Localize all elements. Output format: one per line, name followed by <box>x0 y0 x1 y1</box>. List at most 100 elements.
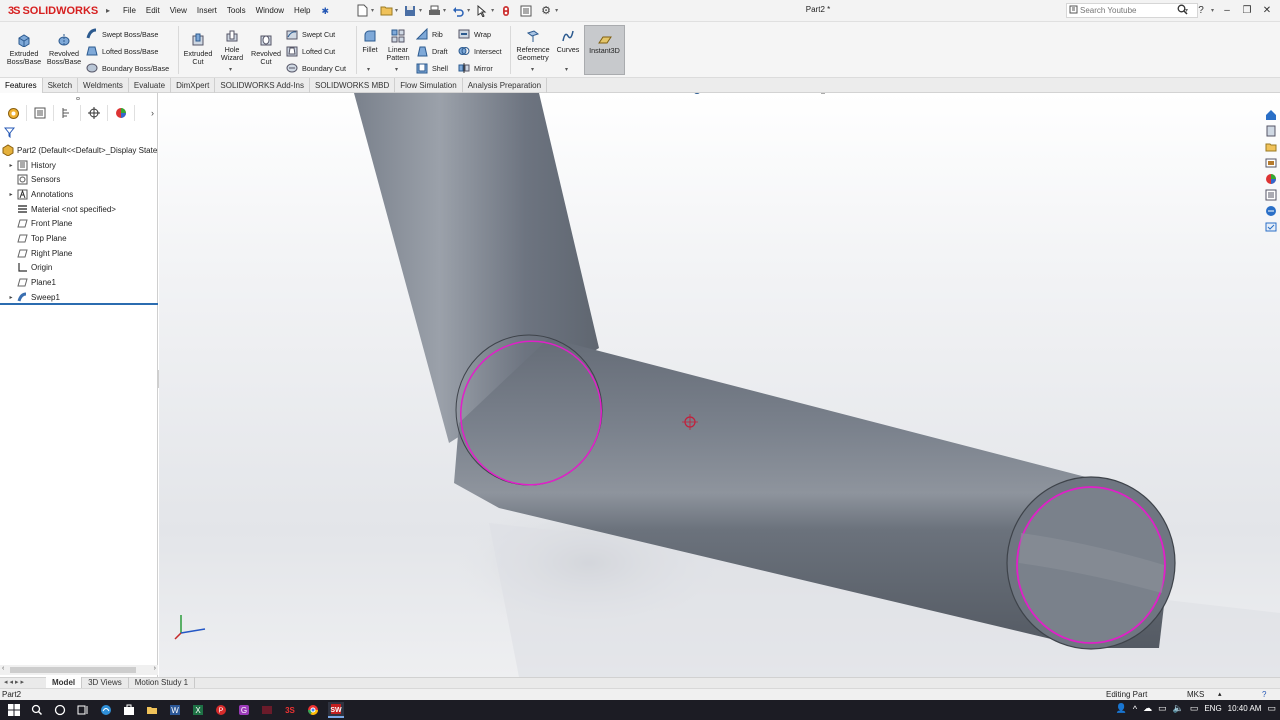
viewport-minimize-icon[interactable]: – <box>1224 93 1236 94</box>
view-palette-icon[interactable] <box>1264 156 1278 169</box>
tab-features[interactable]: Features <box>0 78 43 93</box>
pin-menu-icon[interactable]: ✱ <box>316 4 335 19</box>
windows-start-icon[interactable] <box>6 702 22 718</box>
help-dropdown-icon[interactable]: ▾ <box>1211 7 1214 14</box>
options-gear-icon[interactable]: ⚙ <box>538 3 554 18</box>
edit-appearance-icon[interactable] <box>770 93 786 95</box>
expand-arrow-icon[interactable]: ▸ <box>6 162 16 169</box>
pattern-dropdown-icon[interactable]: ▾ <box>395 66 398 73</box>
reference-geometry-button[interactable]: Reference Geometry <box>512 28 554 62</box>
media-icon[interactable] <box>259 702 275 718</box>
prev-tab-arrow-icon[interactable]: ◂ <box>10 678 14 686</box>
lofted-boss-button[interactable]: Lofted Boss/Base <box>86 45 158 57</box>
tab-dimxpert[interactable]: DimXpert <box>171 78 216 93</box>
store-icon[interactable] <box>121 702 137 718</box>
displaymanager-tab-icon[interactable] <box>108 105 135 121</box>
task-scheduler-icon[interactable] <box>1264 220 1278 233</box>
task-view-icon[interactable] <box>75 702 91 718</box>
tree-item-front-plane[interactable]: Front Plane <box>0 216 158 231</box>
search-box[interactable]: ▾ <box>1066 3 1198 18</box>
undo-icon[interactable] <box>450 3 466 18</box>
taskbar-search-icon[interactable] <box>29 702 45 718</box>
rebuild-icon[interactable] <box>498 3 514 18</box>
view-orientation-icon[interactable] <box>689 93 705 95</box>
extruded-cut-button[interactable]: Extruded Cut <box>180 32 216 66</box>
fillet-button[interactable]: Fillet <box>358 28 382 54</box>
solidworks-taskbar-icon[interactable]: 3S <box>282 702 298 718</box>
tree-item-origin[interactable]: Origin <box>0 261 158 276</box>
filter-icon[interactable] <box>3 127 16 140</box>
solidworks-resources-icon[interactable] <box>1264 108 1278 121</box>
first-tab-arrow-icon[interactable]: ◂ <box>4 678 8 686</box>
zoom-to-fit-icon[interactable] <box>599 93 615 95</box>
configurationmanager-tab-icon[interactable] <box>54 105 81 121</box>
units-dropdown-icon[interactable]: ▴ <box>1218 690 1222 698</box>
new-dropdown-icon[interactable]: ▾ <box>371 7 374 14</box>
curves-dropdown-icon[interactable]: ▾ <box>565 66 568 73</box>
dynamic-annotation-icon[interactable] <box>671 93 687 95</box>
rib-button[interactable]: Rib <box>416 28 443 40</box>
expand-arrow-icon[interactable]: ▸ <box>6 294 16 301</box>
scroll-left-arrow-icon[interactable]: ‹ <box>2 665 4 672</box>
view-settings-icon[interactable] <box>815 93 831 95</box>
display-style-icon[interactable] <box>716 93 732 95</box>
print-icon[interactable] <box>426 3 442 18</box>
rollback-bar[interactable] <box>0 303 158 305</box>
tree-item-material[interactable]: Material <not specified> <box>0 202 158 217</box>
graphics-area[interactable]: ▾ ▾ ▾ ▾ ▾ ▢ ▣ – ❐ ✕ <box>159 93 1280 677</box>
hole-wizard-button[interactable]: Hole Wizard <box>216 28 248 62</box>
viewport-tile-icon[interactable]: ▣ <box>1206 93 1218 94</box>
tab-motion-study-1[interactable]: Motion Study 1 <box>129 677 196 688</box>
hide-show-items-icon[interactable] <box>743 93 759 95</box>
save-icon[interactable] <box>402 3 418 18</box>
design-library-icon[interactable] <box>1264 124 1278 137</box>
appearances-icon[interactable] <box>1264 172 1278 185</box>
previous-view-icon[interactable] <box>635 93 651 95</box>
file-properties-icon[interactable] <box>518 3 534 18</box>
menu-file[interactable]: File <box>118 4 141 19</box>
fillet-dropdown-icon[interactable]: ▾ <box>367 66 370 73</box>
instant3d-button[interactable]: Instant3D <box>584 25 625 75</box>
pdf-reader-icon[interactable]: P <box>213 702 229 718</box>
units-selector[interactable]: MKS <box>1187 690 1204 699</box>
lofted-cut-button[interactable]: Lofted Cut <box>286 45 335 57</box>
boundary-boss-button[interactable]: Boundary Boss/Base <box>86 62 169 74</box>
tab-evaluate[interactable]: Evaluate <box>129 78 172 93</box>
select-dropdown-icon[interactable]: ▾ <box>491 7 494 14</box>
viewport-close-icon[interactable]: ✕ <box>1260 93 1272 94</box>
logo-menu-arrow-icon[interactable]: ▸ <box>106 6 110 15</box>
viewport-split-icon[interactable]: ▢ <box>1188 93 1200 94</box>
hole-wizard-dropdown-icon[interactable]: ▾ <box>229 66 232 73</box>
swept-boss-button[interactable]: Swept Boss/Base <box>86 28 158 40</box>
tree-item-right-plane[interactable]: Right Plane <box>0 246 158 261</box>
onedrive-icon[interactable]: ☁ <box>1143 703 1152 714</box>
cortana-icon[interactable] <box>52 702 68 718</box>
tree-root-part[interactable]: Part2 (Default<<Default>_Display State <box>0 143 158 158</box>
featuremanager-tab-icon[interactable] <box>0 105 27 121</box>
zoom-to-area-icon[interactable] <box>617 93 633 95</box>
undo-dropdown-icon[interactable]: ▾ <box>467 7 470 14</box>
restore-icon[interactable]: ❐ <box>1240 3 1254 17</box>
tray-overflow-icon[interactable]: ^ <box>1133 704 1137 714</box>
more-tabs-arrow-icon[interactable]: › <box>151 108 154 118</box>
tree-item-annotations[interactable]: ▸ Annotations <box>0 187 158 202</box>
solidworks-active-icon[interactable]: SW <box>328 702 344 718</box>
tab-flow-simulation[interactable]: Flow Simulation <box>395 78 463 93</box>
tab-analysis-preparation[interactable]: Analysis Preparation <box>463 78 548 93</box>
tab-sketch[interactable]: Sketch <box>43 78 79 93</box>
ime-icon[interactable]: ▭ <box>1190 703 1199 714</box>
status-help-icon[interactable]: ? <box>1262 690 1266 699</box>
chrome-icon[interactable] <box>305 702 321 718</box>
linear-pattern-button[interactable]: Linear Pattern <box>382 28 414 62</box>
extruded-boss-button[interactable]: Extruded Boss/Base <box>6 32 42 66</box>
tab-3d-views[interactable]: 3D Views <box>82 677 129 688</box>
curves-button[interactable]: Curves <box>554 28 582 54</box>
mirror-button[interactable]: Mirror <box>458 62 493 74</box>
edge-browser-icon[interactable] <box>98 702 114 718</box>
help-icon[interactable]: ? <box>1194 3 1208 17</box>
shell-button[interactable]: Shell <box>416 62 448 74</box>
menu-insert[interactable]: Insert <box>192 4 222 19</box>
menu-edit[interactable]: Edit <box>141 4 165 19</box>
select-arrow-icon[interactable] <box>474 3 490 18</box>
tree-item-history[interactable]: ▸ History <box>0 158 158 173</box>
